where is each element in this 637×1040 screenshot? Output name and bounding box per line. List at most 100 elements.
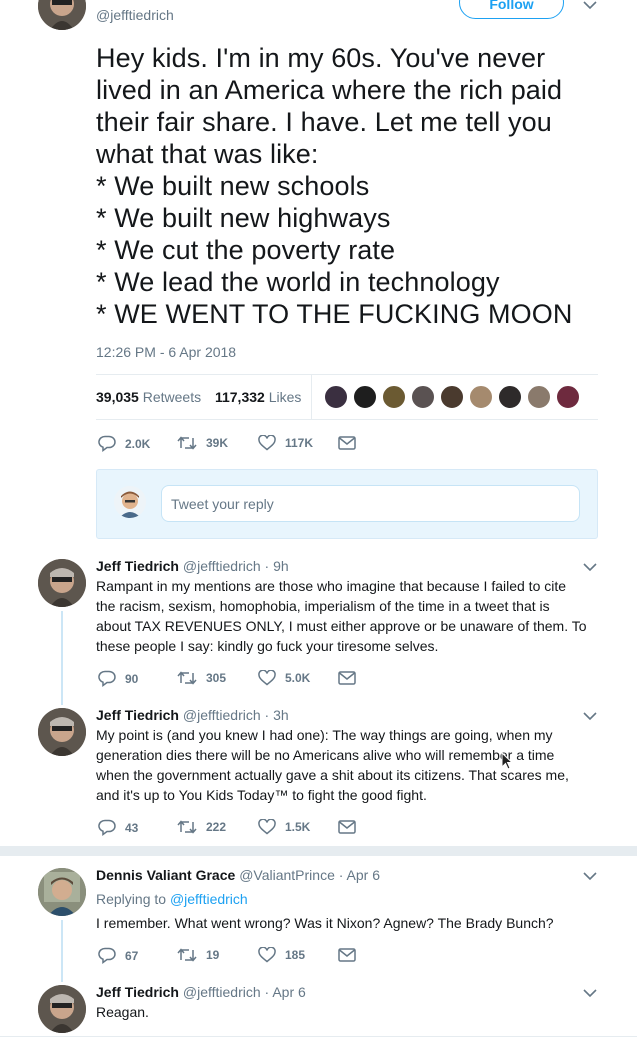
- reply-text-line: and it's up to You Kids Today™ to fight …: [96, 787, 427, 803]
- reply-avatar[interactable]: [38, 868, 86, 916]
- reply-author-name[interactable]: Jeff Tiedrich: [96, 707, 179, 723]
- retweet-icon: [177, 820, 197, 834]
- likes-count[interactable]: 117,332: [215, 389, 265, 405]
- reply-author-handle[interactable]: @jefftiedrich: [183, 558, 261, 574]
- user-avatar[interactable]: [114, 486, 146, 518]
- like-action[interactable]: 1.5K: [258, 819, 310, 835]
- chevron-down-icon[interactable]: [583, 871, 597, 881]
- tweet-text-line: * We cut the poverty rate: [96, 235, 396, 265]
- liker-avatar[interactable]: [469, 385, 493, 409]
- tweet-text: Hey kids. I'm in my 60s. You've never li…: [96, 42, 616, 330]
- reply-icon: [98, 819, 116, 836]
- retweet-action[interactable]: 39K: [177, 435, 228, 451]
- liker-avatar[interactable]: [382, 385, 406, 409]
- retweet-action[interactable]: 19: [177, 947, 219, 963]
- liker-avatar[interactable]: [527, 385, 551, 409]
- divider: [311, 375, 312, 419]
- reply-author-name[interactable]: Jeff Tiedrich: [96, 558, 179, 574]
- chevron-down-icon[interactable]: [583, 562, 597, 572]
- liker-avatar[interactable]: [411, 385, 435, 409]
- author-avatar[interactable]: [38, 0, 86, 30]
- direct-message-action[interactable]: [338, 820, 356, 834]
- conversation-separator: [0, 846, 637, 856]
- reply-avatar[interactable]: [38, 708, 86, 756]
- reply-input[interactable]: Tweet your reply: [161, 485, 580, 522]
- reply-header: Dennis Valiant Grace @ValiantPrince · Ap…: [96, 867, 380, 883]
- like-action[interactable]: 117K: [258, 435, 313, 451]
- retweet-icon: [177, 436, 197, 450]
- reply-author-handle[interactable]: @jefftiedrich: [183, 984, 261, 1000]
- like-action[interactable]: 5.0K: [258, 670, 310, 686]
- tweet-text-line: their fair share. I have. Let me tell yo…: [96, 107, 552, 137]
- reply-text-line: Rampant in my mentions are those who ima…: [96, 578, 567, 594]
- like-action[interactable]: 185: [258, 947, 305, 963]
- reply-count: 90: [125, 671, 139, 686]
- direct-message-action[interactable]: [338, 436, 356, 450]
- mouse-cursor-icon: [501, 751, 514, 775]
- reply-author-handle[interactable]: @ValiantPrince: [239, 867, 335, 883]
- reply-header: Jeff Tiedrich @jefftiedrich · Apr 6: [96, 984, 306, 1000]
- reply-text-line: the racism, sexism, homophobia, imperial…: [96, 598, 550, 614]
- reply-avatar[interactable]: [38, 985, 86, 1033]
- envelope-icon: [338, 671, 356, 685]
- chevron-down-icon[interactable]: [583, 0, 597, 10]
- retweets-label[interactable]: Retweets: [143, 389, 201, 405]
- like-count: 5.0K: [285, 671, 311, 685]
- retweet-count: 222: [206, 820, 227, 834]
- likes-label[interactable]: Likes: [269, 389, 302, 405]
- reply-text-line: about TAX REVENUES ONLY, I must either a…: [96, 618, 587, 634]
- liker-avatar[interactable]: [324, 385, 348, 409]
- liker-avatar[interactable]: [556, 385, 580, 409]
- retweet-action[interactable]: 305: [177, 670, 226, 686]
- reply-action[interactable]: 90: [98, 670, 138, 687]
- reply-avatar[interactable]: [38, 559, 86, 607]
- replying-to-label: Replying to: [96, 891, 167, 907]
- direct-message-action[interactable]: [338, 671, 356, 685]
- direct-message-action[interactable]: [338, 948, 356, 962]
- reply-text-line: Reagan.: [96, 1004, 149, 1020]
- like-count: 1.5K: [285, 820, 311, 834]
- reply-count: 67: [125, 948, 139, 963]
- retweets-count[interactable]: 39,035: [96, 389, 139, 405]
- reply-icon: [98, 435, 116, 452]
- reply-time[interactable]: · Apr 6: [339, 867, 380, 883]
- reply-time[interactable]: · 9h: [265, 558, 289, 574]
- replying-to: Replying to @jefftiedrich: [96, 891, 248, 907]
- reply-text: Reagan.: [96, 1002, 601, 1022]
- reply-action[interactable]: 43: [98, 819, 138, 836]
- liker-avatar[interactable]: [353, 385, 377, 409]
- reply-author-name[interactable]: Dennis Valiant Grace: [96, 867, 235, 883]
- tweet-text-line: * We lead the world in technology: [96, 267, 500, 297]
- like-count: 117K: [285, 436, 314, 450]
- tweet-timestamp[interactable]: 12:26 PM - 6 Apr 2018: [96, 344, 236, 360]
- liker-avatar[interactable]: [440, 385, 464, 409]
- reply-author-handle[interactable]: @jefftiedrich: [183, 707, 261, 723]
- reply-text-line: these people I say: kindly go fuck your …: [96, 638, 439, 654]
- liker-avatar[interactable]: [498, 385, 522, 409]
- tweet-text-line: * We built new highways: [96, 203, 391, 233]
- reply-action[interactable]: 2.0K: [98, 435, 150, 452]
- follow-button[interactable]: Follow: [459, 0, 564, 19]
- author-handle[interactable]: @jefftiedrich: [96, 7, 174, 23]
- replying-to-handle[interactable]: @jefftiedrich: [170, 891, 248, 907]
- reply-text-line: generation dies there will be no America…: [96, 747, 555, 763]
- reply-time[interactable]: · 3h: [265, 707, 289, 723]
- retweet-count: 39K: [206, 436, 229, 450]
- envelope-icon: [338, 436, 356, 450]
- retweet-icon: [177, 671, 197, 685]
- reply-header: Jeff Tiedrich @jefftiedrich · 9h: [96, 558, 289, 574]
- retweet-action[interactable]: 222: [177, 819, 226, 835]
- reply-action[interactable]: 67: [98, 947, 138, 964]
- reply-count: 2.0K: [125, 436, 151, 451]
- heart-icon: [258, 670, 276, 686]
- reply-text-line: I remember. What went wrong? Was it Nixo…: [96, 915, 554, 931]
- reply-icon: [98, 947, 116, 964]
- reply-count: 43: [125, 820, 139, 835]
- reply-header: Jeff Tiedrich @jefftiedrich · 3h: [96, 707, 289, 723]
- reply-text-line: My point is (and you knew I had one): Th…: [96, 727, 553, 743]
- heart-icon: [258, 819, 276, 835]
- chevron-down-icon[interactable]: [583, 711, 597, 721]
- reply-time[interactable]: · Apr 6: [265, 984, 306, 1000]
- reply-author-name[interactable]: Jeff Tiedrich: [96, 984, 179, 1000]
- chevron-down-icon[interactable]: [583, 988, 597, 998]
